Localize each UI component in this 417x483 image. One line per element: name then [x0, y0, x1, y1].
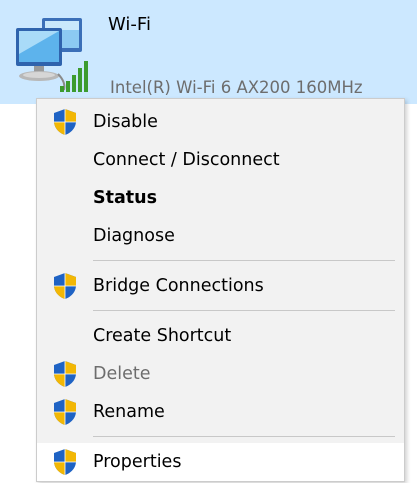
adapter-name: Wi-Fi	[108, 14, 151, 35]
menu-item-label: Status	[93, 188, 158, 208]
adapter-description: Intel(R) Wi-Fi 6 AX200 160MHz	[110, 78, 363, 97]
menu-item-label: Delete	[93, 364, 151, 384]
menu-item-label: Connect / Disconnect	[93, 150, 280, 170]
menu-item-label: Properties	[93, 452, 182, 472]
menu-item-delete: Delete	[37, 355, 404, 393]
uac-shield-icon	[54, 273, 76, 299]
network-adapter-wifi-icon	[16, 18, 88, 92]
menu-item-label: Rename	[93, 402, 165, 422]
menu-item-status[interactable]: Status	[37, 179, 404, 217]
wifi-adapter-tile[interactable]: Wi-Fi Intel(R) Wi-Fi 6 AX200 160MHz	[0, 0, 417, 104]
menu-item-properties[interactable]: Properties	[37, 443, 404, 481]
menu-separator	[93, 310, 395, 311]
menu-item-rename[interactable]: Rename	[37, 393, 404, 431]
menu-item-create-shortcut[interactable]: Create Shortcut	[37, 317, 404, 355]
menu-item-bridge-connections[interactable]: Bridge Connections	[37, 267, 404, 305]
uac-shield-icon	[54, 361, 76, 387]
menu-separator	[93, 260, 395, 261]
menu-item-diagnose[interactable]: Diagnose	[37, 217, 404, 255]
menu-item-label: Disable	[93, 112, 158, 132]
context-menu: Disable Connect / Disconnect Status Diag…	[36, 98, 405, 482]
menu-item-label: Create Shortcut	[93, 326, 232, 346]
uac-shield-icon	[54, 399, 76, 425]
uac-shield-icon	[54, 449, 76, 475]
menu-separator	[93, 436, 395, 437]
menu-item-disable[interactable]: Disable	[37, 103, 404, 141]
menu-item-label: Diagnose	[93, 226, 175, 246]
menu-item-label: Bridge Connections	[93, 276, 264, 296]
menu-item-connect-disconnect[interactable]: Connect / Disconnect	[37, 141, 404, 179]
uac-shield-icon	[54, 109, 76, 135]
explorer-window: Wi-Fi Intel(R) Wi-Fi 6 AX200 160MHz Disa…	[0, 0, 417, 483]
